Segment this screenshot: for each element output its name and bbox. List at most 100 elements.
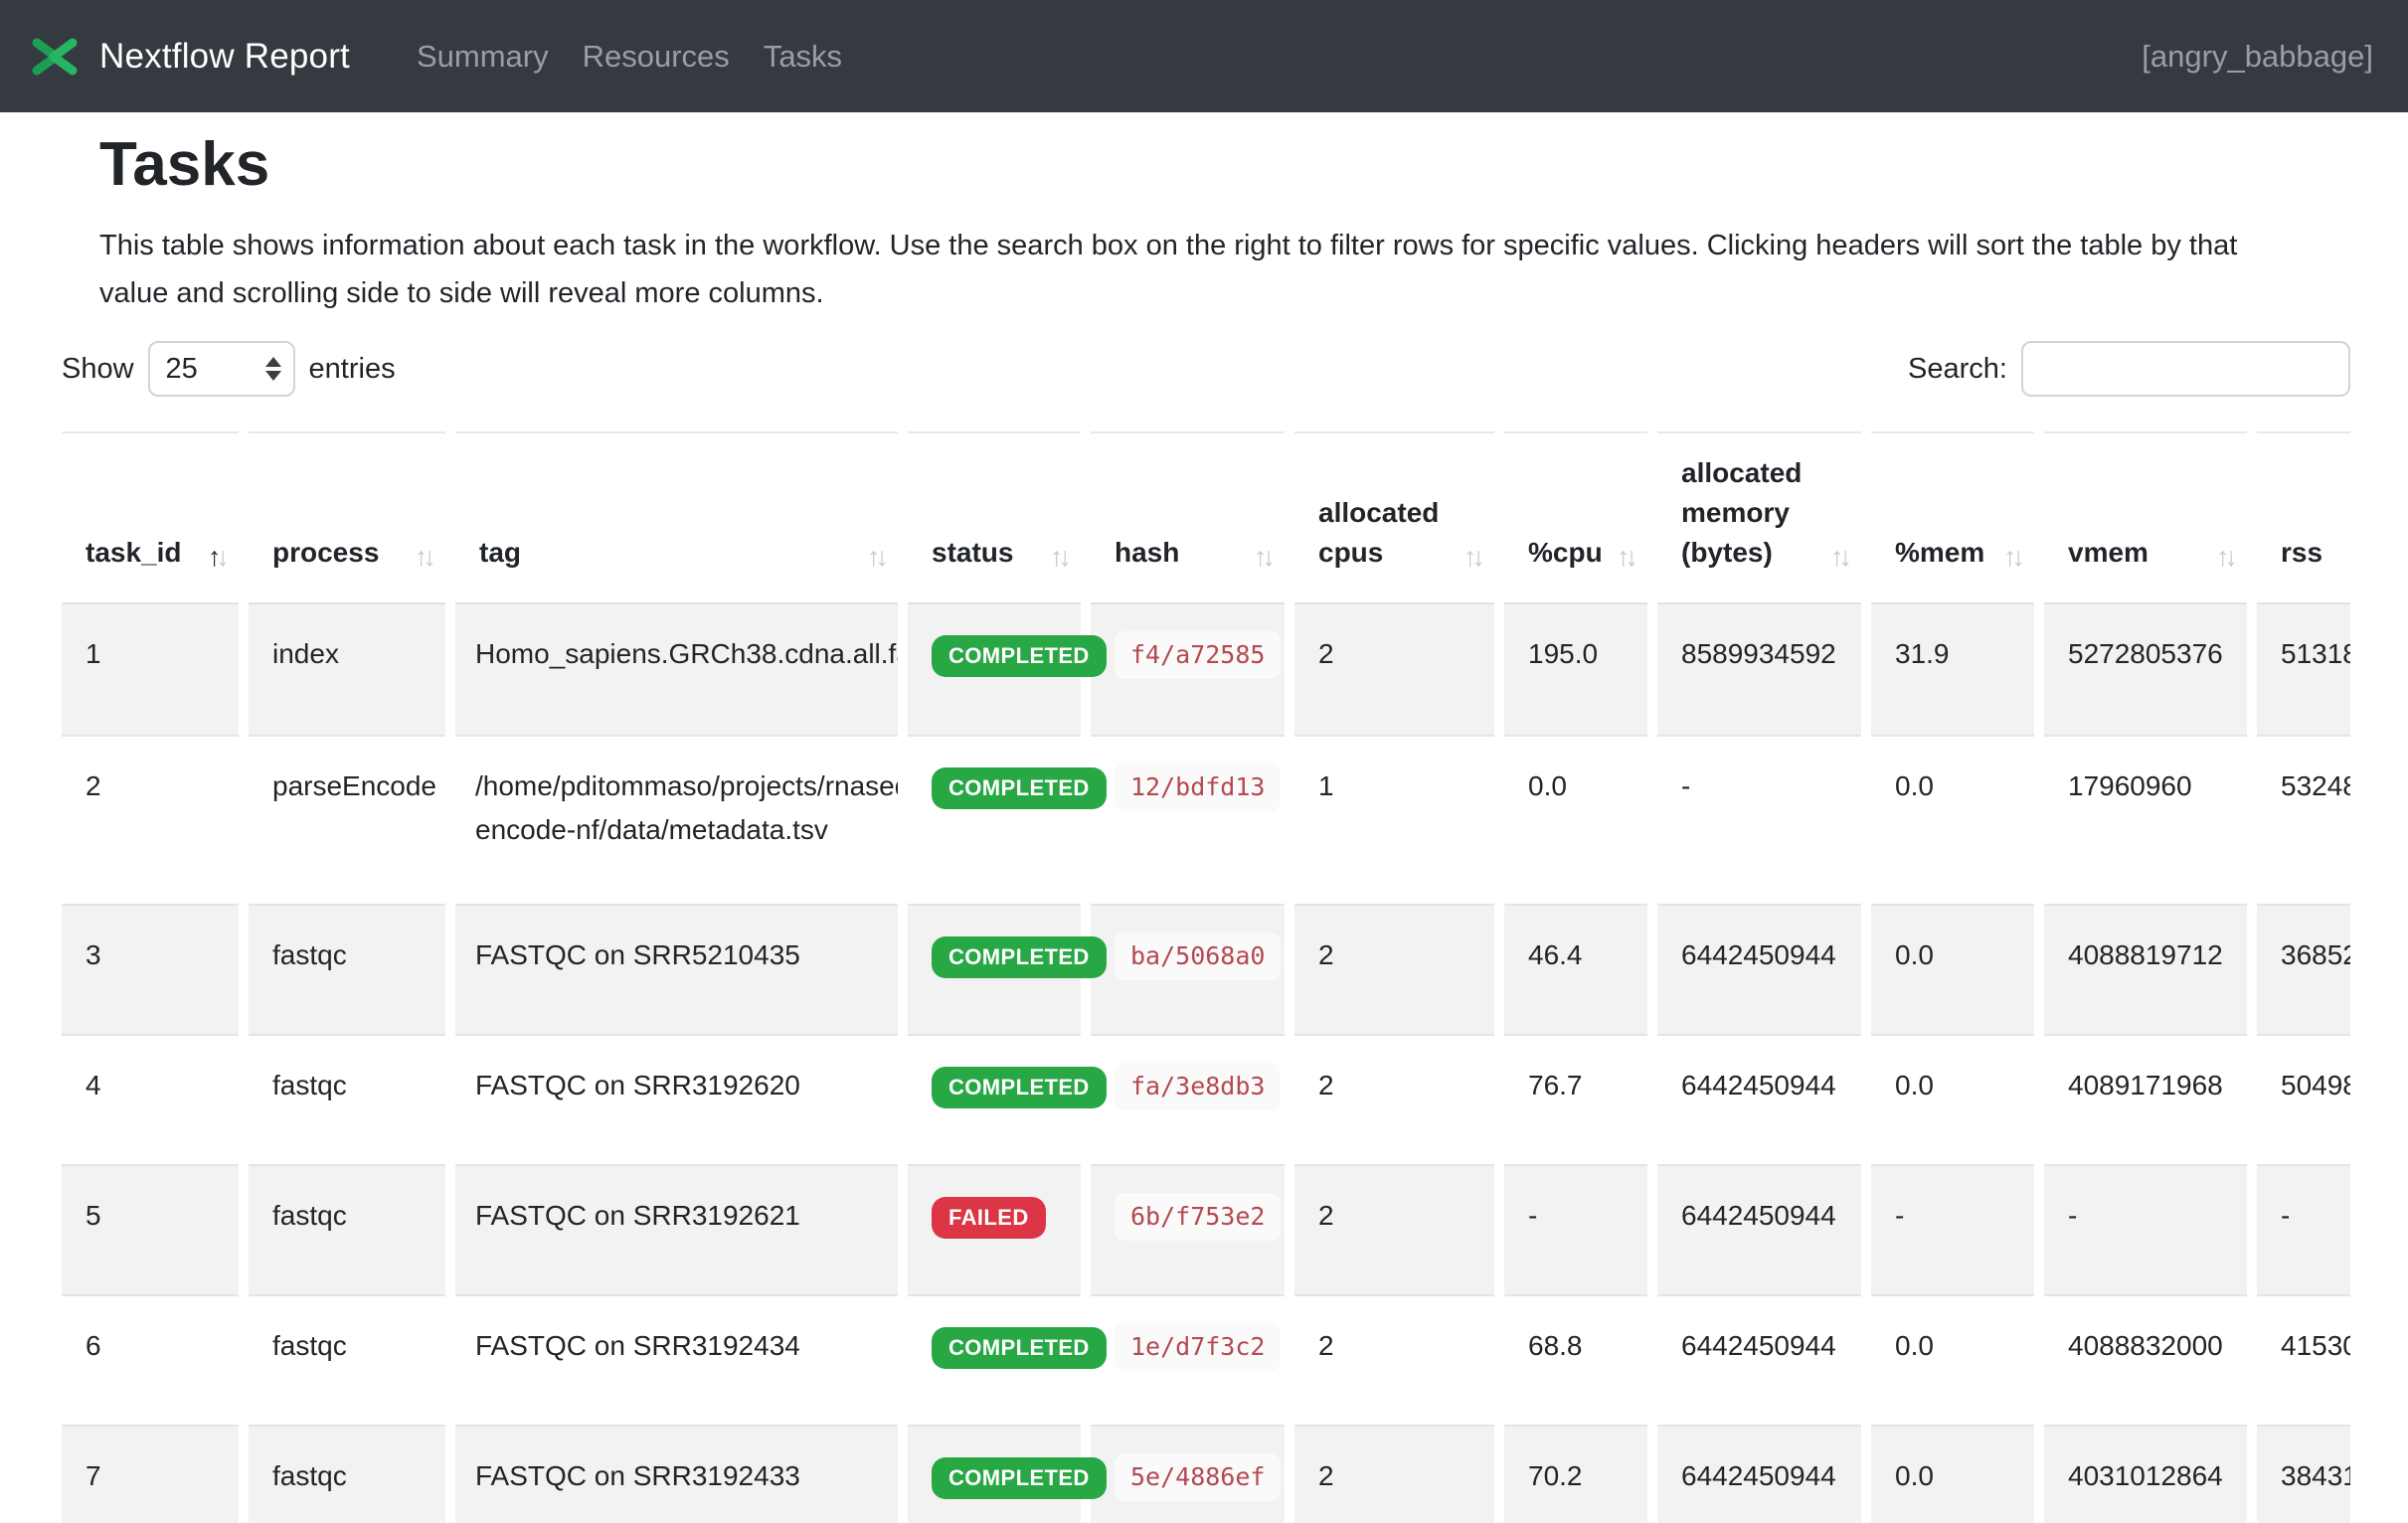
sort-icons: ↑↓ xyxy=(1617,544,1634,571)
sort-icons: ↑↓ xyxy=(1050,544,1067,571)
cell-status: COMPLETED xyxy=(908,1294,1081,1425)
cell-vmem: 4031012864 xyxy=(2044,1425,2247,1523)
hash-chip: 1e/d7f3c2 xyxy=(1115,1323,1281,1371)
cell-status: COMPLETED xyxy=(908,904,1081,1034)
column-header-hash[interactable]: hash ↑↓ xyxy=(1091,431,1285,604)
sort-icons: ↑↓ xyxy=(2216,544,2233,571)
nav-tasks[interactable]: Tasks xyxy=(747,39,859,75)
cell-pmem: 0.0 xyxy=(1871,1034,2034,1164)
cell-pmem: 0.0 xyxy=(1871,904,2034,1034)
cell-vmem: - xyxy=(2044,1164,2247,1294)
table-row: 6 fastqc FASTQC on SRR3192434 COMPLETED … xyxy=(62,1294,2350,1425)
cell-rss: 41530 xyxy=(2257,1294,2350,1425)
nav-resources[interactable]: Resources xyxy=(566,39,747,75)
column-label: status xyxy=(932,537,1013,568)
column-header-task-id[interactable]: task_id ↑↓ xyxy=(62,431,239,604)
column-label: %mem xyxy=(1895,537,1984,568)
cell-tag: FASTQC on SRR3192621 xyxy=(455,1164,898,1294)
cell-hash: fa/3e8db3 xyxy=(1091,1034,1285,1164)
cell-allocated-cpus: 2 xyxy=(1294,1034,1494,1164)
cell-hash: f4/a72585 xyxy=(1091,604,1285,735)
column-label: allocated memory (bytes) xyxy=(1681,457,1802,568)
tasks-table-scroll-area[interactable]: task_id ↑↓ process ↑↓ tag ↑↓ status ↑↓ xyxy=(52,431,2350,1523)
cell-hash: 5e/4886ef xyxy=(1091,1425,1285,1523)
status-badge: FAILED xyxy=(932,1197,1046,1239)
cell-rss: 36852 xyxy=(2257,904,2350,1034)
cell-status: COMPLETED xyxy=(908,604,1081,735)
run-name: [angry_babbage] xyxy=(2142,39,2373,75)
cell-task-id: 4 xyxy=(62,1034,239,1164)
table-row: 3 fastqc FASTQC on SRR5210435 COMPLETED … xyxy=(62,904,2350,1034)
cell-tag: Homo_sapiens.GRCh38.cdna.all.fa.gz xyxy=(455,604,898,735)
cell-pcpu: 195.0 xyxy=(1504,604,1647,735)
cell-allocated-cpus: 2 xyxy=(1294,1164,1494,1294)
cell-status: COMPLETED xyxy=(908,1425,1081,1523)
cell-tag: FASTQC on SRR3192620 xyxy=(455,1034,898,1164)
search-input[interactable] xyxy=(2021,341,2350,397)
cell-allocated-memory: 6442450944 xyxy=(1657,1034,1861,1164)
cell-tag: FASTQC on SRR3192434 xyxy=(455,1294,898,1425)
hash-chip: 5e/4886ef xyxy=(1115,1453,1281,1501)
intro-section: Tasks This table shows information about… xyxy=(99,134,2309,317)
hash-chip: f4/a72585 xyxy=(1115,631,1281,679)
cell-pcpu: 46.4 xyxy=(1504,904,1647,1034)
sort-icons: ↑↓ xyxy=(867,544,884,571)
brand-title[interactable]: Nextflow Report xyxy=(99,37,350,77)
show-label: Show xyxy=(62,353,134,386)
cell-process: fastqc xyxy=(249,1294,445,1425)
column-header-pmem[interactable]: %mem ↑↓ xyxy=(1871,431,2034,604)
page-title: Tasks xyxy=(99,134,2309,196)
hash-chip: ba/5068a0 xyxy=(1115,932,1281,980)
column-label: rss xyxy=(2281,537,2322,568)
cell-rss: - xyxy=(2257,1164,2350,1294)
table-row: 4 fastqc FASTQC on SRR3192620 COMPLETED … xyxy=(62,1034,2350,1164)
cell-tag: FASTQC on SRR3192433 xyxy=(455,1425,898,1523)
cell-rss: 38431 xyxy=(2257,1425,2350,1523)
cell-vmem: 4088819712 xyxy=(2044,904,2247,1034)
page-length-select[interactable]: 25 xyxy=(148,341,295,397)
column-label: process xyxy=(272,537,379,568)
cell-task-id: 2 xyxy=(62,735,239,904)
page-length-value: 25 xyxy=(166,353,198,386)
navbar: Nextflow Report Summary Resources Tasks … xyxy=(0,0,2408,112)
status-badge: COMPLETED xyxy=(932,936,1107,978)
column-header-allocated-cpus[interactable]: allocated cpus ↑↓ xyxy=(1294,431,1494,604)
column-label: task_id xyxy=(86,537,182,568)
page-length-control: Show 25 entries xyxy=(62,341,396,397)
cell-allocated-memory: 6442450944 xyxy=(1657,1425,1861,1523)
cell-allocated-memory: 6442450944 xyxy=(1657,1164,1861,1294)
column-header-process[interactable]: process ↑↓ xyxy=(249,431,445,604)
cell-allocated-cpus: 2 xyxy=(1294,1294,1494,1425)
cell-tag: FASTQC on SRR5210435 xyxy=(455,904,898,1034)
cell-pcpu: 76.7 xyxy=(1504,1034,1647,1164)
search-control: Search: xyxy=(1908,341,2350,397)
table-row: 7 fastqc FASTQC on SRR3192433 COMPLETED … xyxy=(62,1425,2350,1523)
table-row: 5 fastqc FASTQC on SRR3192621 FAILED 6b/… xyxy=(62,1164,2350,1294)
status-badge: COMPLETED xyxy=(932,1067,1107,1108)
cell-pcpu: - xyxy=(1504,1164,1647,1294)
cell-allocated-memory: - xyxy=(1657,735,1861,904)
sort-icons: ↑↓ xyxy=(1463,544,1480,571)
sort-icons: ↑↓ xyxy=(415,544,431,571)
cell-allocated-cpus: 2 xyxy=(1294,604,1494,735)
column-header-pcpu[interactable]: %cpu ↑↓ xyxy=(1504,431,1647,604)
cell-vmem: 4089171968 xyxy=(2044,1034,2247,1164)
brand-group: Nextflow Report xyxy=(32,37,350,77)
cell-rss: 50498 xyxy=(2257,1034,2350,1164)
hash-chip: 12/bdfd13 xyxy=(1115,763,1281,811)
column-header-vmem[interactable]: vmem ↑↓ xyxy=(2044,431,2247,604)
column-header-allocated-memory[interactable]: allocated memory (bytes) ↑↓ xyxy=(1657,431,1861,604)
cell-hash: ba/5068a0 xyxy=(1091,904,1285,1034)
column-header-rss[interactable]: rss ↑↓ xyxy=(2257,431,2350,604)
column-header-status[interactable]: status ↑↓ xyxy=(908,431,1081,604)
status-badge: COMPLETED xyxy=(932,1457,1107,1499)
cell-task-id: 3 xyxy=(62,904,239,1034)
nav-summary[interactable]: Summary xyxy=(400,39,566,75)
search-label: Search: xyxy=(1908,353,2007,386)
column-header-tag[interactable]: tag ↑↓ xyxy=(455,431,898,604)
cell-status: COMPLETED xyxy=(908,735,1081,904)
cell-task-id: 5 xyxy=(62,1164,239,1294)
column-label: vmem xyxy=(2068,537,2149,568)
cell-pmem: 0.0 xyxy=(1871,735,2034,904)
cell-pmem: 31.9 xyxy=(1871,604,2034,735)
